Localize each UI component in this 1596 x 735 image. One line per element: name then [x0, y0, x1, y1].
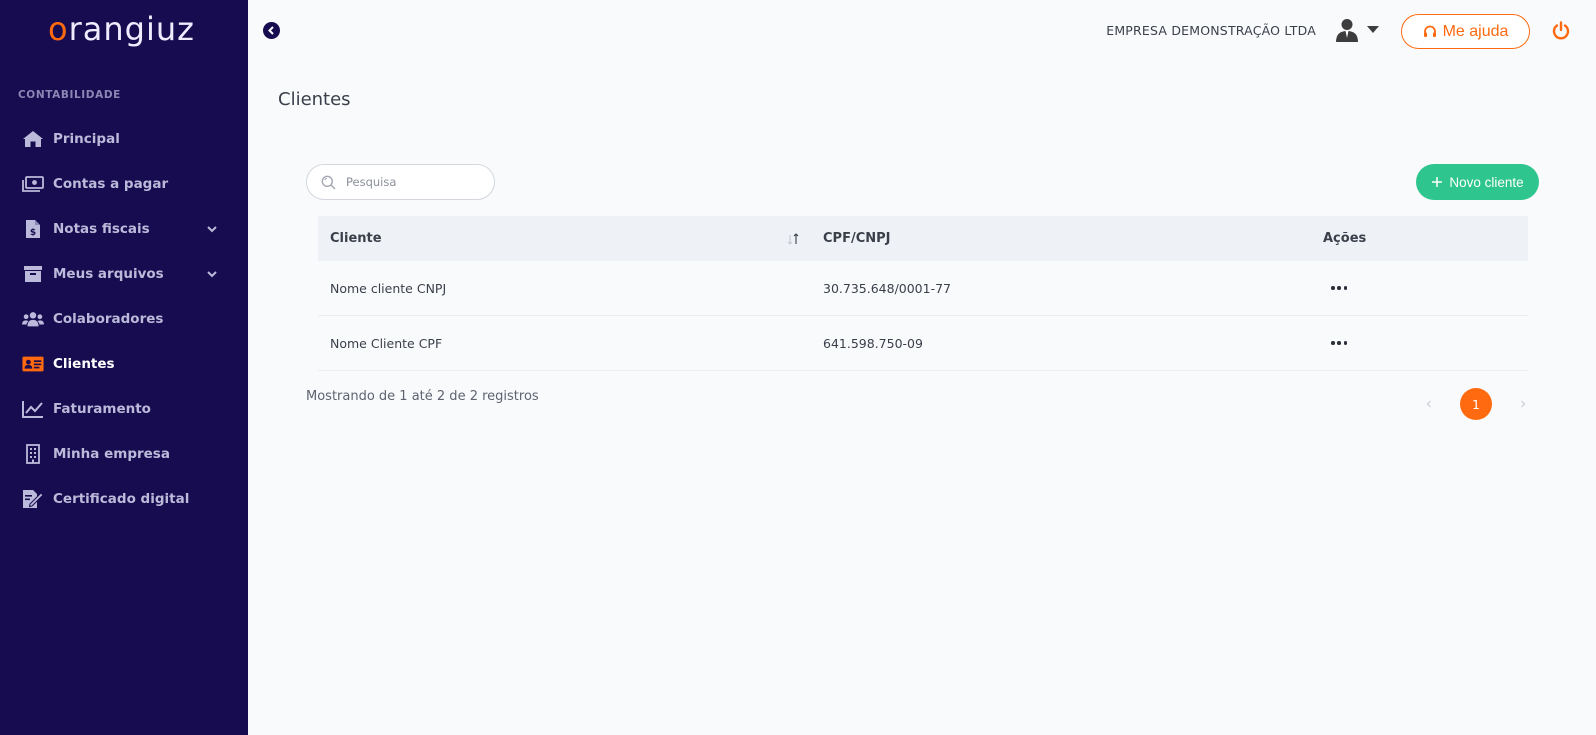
chevron-down-icon[interactable] — [206, 268, 218, 280]
sidebar-item-minha-empresa[interactable]: Minha empresa — [0, 431, 248, 476]
sort-icon[interactable] — [786, 232, 800, 246]
sidebar-section-label: CONTABILIDADE — [18, 89, 121, 101]
caret-down-icon — [1367, 26, 1379, 33]
id-card-icon — [22, 354, 44, 374]
users-icon — [22, 309, 44, 329]
search-box[interactable] — [306, 164, 495, 200]
sidebar-item-faturamento[interactable]: Faturamento — [0, 386, 248, 431]
home-icon — [22, 129, 44, 149]
next-page-icon[interactable] — [1516, 397, 1530, 411]
cell-cpf-cnpj: 641.598.750-09 — [823, 335, 923, 351]
sidebar-item-label: Principal — [53, 130, 120, 147]
sidebar-item-label: Notas fiscais — [53, 220, 150, 237]
sidebar-item-label: Meus arquivos — [53, 265, 164, 282]
previous-page-icon[interactable] — [1422, 397, 1436, 411]
sidebar-item-label: Minha empresa — [53, 445, 170, 462]
chevron-down-icon[interactable] — [206, 223, 218, 235]
company-name: EMPRESA DEMONSTRAÇÃO LTDA — [1106, 23, 1316, 38]
column-header-cpf-cnpj[interactable]: CPF/CNPJ — [823, 231, 890, 246]
brand-logo[interactable]: orangiuz — [48, 10, 195, 48]
column-header-acoes: Ações — [1323, 231, 1367, 246]
records-info: Mostrando de 1 até 2 de 2 registros — [306, 389, 539, 404]
sidebar-item-label: Clientes — [53, 355, 115, 372]
logout-button[interactable] — [1551, 21, 1571, 41]
chart-line-icon — [22, 399, 44, 419]
row-actions-icon[interactable] — [1331, 338, 1347, 348]
sidebar-item-label: Faturamento — [53, 400, 151, 417]
sidebar: orangiuz CONTABILIDADE Principal Contas … — [0, 0, 248, 735]
collapse-sidebar-button[interactable] — [263, 22, 280, 39]
row-actions-icon[interactable] — [1331, 283, 1347, 293]
help-button-label: Me ajuda — [1442, 22, 1509, 40]
new-client-button[interactable]: Novo cliente — [1416, 164, 1539, 200]
cell-cliente: Nome cliente CNPJ — [330, 280, 447, 296]
logo-o: o — [48, 10, 69, 48]
sidebar-item-contas-a-pagar[interactable]: Contas a pagar — [0, 161, 248, 206]
archive-icon — [22, 264, 44, 284]
user-menu[interactable] — [1334, 17, 1382, 43]
cell-cpf-cnpj: 30.735.648/0001-77 — [823, 280, 952, 296]
logo-text: rangiuz — [68, 10, 195, 48]
pagination: 1 — [1422, 388, 1530, 420]
certificate-icon — [22, 489, 44, 509]
sidebar-nav: Principal Contas a pagar $ Notas fiscais… — [0, 116, 248, 521]
user-avatar-icon — [1336, 19, 1358, 42]
sidebar-item-meus-arquivos[interactable]: Meus arquivos — [0, 251, 248, 296]
new-client-label: Novo cliente — [1449, 174, 1524, 190]
plus-icon — [1432, 177, 1443, 187]
sidebar-item-colaboradores[interactable]: Colaboradores — [0, 296, 248, 341]
headset-icon — [1423, 25, 1436, 37]
sidebar-item-certificado-digital[interactable]: Certificado digital — [0, 476, 248, 521]
chevron-left-icon — [268, 26, 274, 35]
svg-text:$: $ — [30, 228, 36, 238]
table-row: Nome cliente CNPJ 30.735.648/0001-77 — [318, 261, 1528, 316]
sidebar-item-label: Colaboradores — [53, 310, 164, 327]
invoice-icon: $ — [22, 219, 44, 239]
building-icon — [22, 443, 44, 464]
sidebar-item-clientes[interactable]: Clientes — [0, 341, 248, 386]
search-icon — [321, 175, 336, 189]
page-number-button[interactable]: 1 — [1460, 388, 1492, 420]
sidebar-item-label: Certificado digital — [53, 490, 190, 507]
cell-cliente: Nome Cliente CPF — [330, 335, 443, 351]
money-bill-icon — [22, 174, 44, 194]
sidebar-item-principal[interactable]: Principal — [0, 116, 248, 161]
search-input[interactable] — [346, 175, 486, 189]
column-header-cliente[interactable]: Cliente — [330, 231, 382, 246]
sidebar-item-label: Contas a pagar — [53, 175, 169, 192]
power-icon — [1552, 21, 1570, 40]
table-header: Cliente CPF/CNPJ Ações — [318, 216, 1528, 261]
table-row: Nome Cliente CPF 641.598.750-09 — [318, 316, 1528, 371]
clients-table: Cliente CPF/CNPJ Ações Nome cliente CNPJ… — [318, 216, 1528, 371]
sidebar-item-notas-fiscais[interactable]: $ Notas fiscais — [0, 206, 248, 251]
page-title: Clientes — [278, 89, 351, 110]
help-button[interactable]: Me ajuda — [1401, 14, 1530, 49]
